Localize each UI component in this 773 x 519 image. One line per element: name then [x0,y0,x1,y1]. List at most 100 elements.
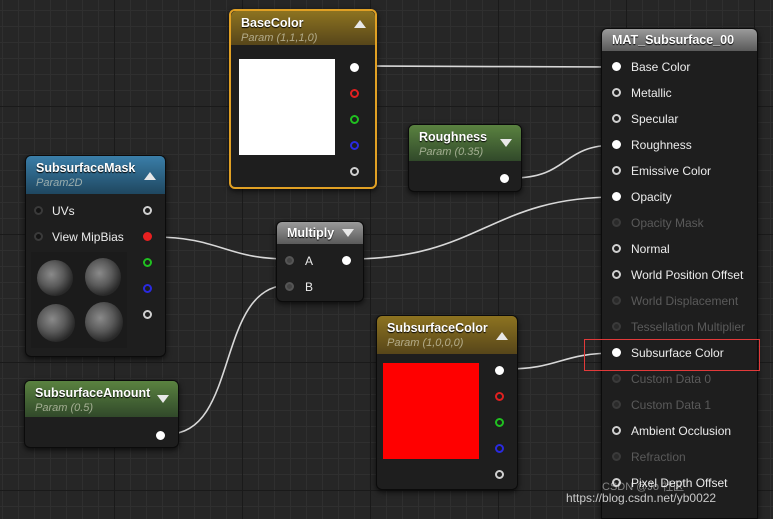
basecolor-node-title: BaseColor [241,16,304,30]
ambient-occlusion-input-label: Ambient Occlusion [631,424,732,438]
base-color-input-pin[interactable] [612,62,621,71]
basecolor-node[interactable]: BaseColor Param (1,1,1,0) [229,9,377,189]
multiply-output-pin[interactable] [342,256,351,265]
output-pin-rgb[interactable] [495,366,504,375]
ambient-occlusion-input-pin[interactable] [612,426,621,435]
emissive-color-input-pin[interactable] [612,166,621,175]
base-color-input-label: Base Color [631,60,691,74]
roughness-node[interactable]: Roughness Param (0.35) [408,124,522,192]
subsurfacemask-node-title: SubsurfaceMask [36,161,136,175]
metallic-input-pin[interactable] [612,88,621,97]
basecolor-swatch [239,59,335,155]
multiply-node-header[interactable]: Multiply [277,222,363,244]
material-result-node-title: MAT_Subsurface_00 [612,33,735,47]
subsurface-color-highlight-box [584,339,760,371]
subsurfacecolor-node-header[interactable]: SubsurfaceColor Param (1,0,0,0) [377,316,517,354]
subsurfaceamount-node-title: SubsurfaceAmount [35,386,151,400]
wire-amount-to-multiply-b [167,284,290,435]
uvs-input-pin[interactable] [34,206,43,215]
world-displacement-input-pin[interactable] [612,296,621,305]
subsurfacemask-texture-preview [31,252,127,348]
subsurfacecolor-node-subtitle: Param (1,0,0,0) [387,337,464,349]
a-input-label: A [305,254,314,268]
refraction-input-label: Refraction [631,450,686,464]
material-result-node-header[interactable]: MAT_Subsurface_00 [602,29,757,51]
specular-input-label: Specular [631,112,679,126]
expand-chevron-down-icon[interactable] [342,229,354,237]
output-pin-rgb[interactable] [143,206,152,215]
collapse-chevron-up-icon[interactable] [144,172,156,180]
custom-data-1-input-pin[interactable] [612,400,621,409]
subsurfacemask-node[interactable]: SubsurfaceMask Param2D UVs View MipBias [25,155,166,357]
subsurfaceamount-node[interactable]: SubsurfaceAmount Param (0.5) [24,380,179,448]
expand-chevron-down-icon[interactable] [157,395,169,403]
normal-input-pin[interactable] [612,244,621,253]
roughness-node-title: Roughness [419,130,488,144]
opacity-mask-input-label: Opacity Mask [631,216,704,230]
roughness-output-pin[interactable] [500,174,509,183]
subsurfaceamount-node-subtitle: Param (0.5) [35,402,94,414]
subsurfacecolor-node[interactable]: SubsurfaceColor Param (1,0,0,0) [376,315,518,490]
output-pin-g[interactable] [350,115,359,124]
opacity-mask-input-pin[interactable] [612,218,621,227]
mask-blob [85,302,123,342]
subsurfaceamount-node-header[interactable]: SubsurfaceAmount Param (0.5) [25,381,178,417]
wire-multiply-to-opacity [349,196,617,260]
roughness-input-pin[interactable] [612,140,621,149]
material-result-node[interactable]: MAT_Subsurface_00 Base Color Metallic Spec… [601,28,758,519]
b-input-pin[interactable] [285,282,294,291]
specular-input-pin[interactable] [612,114,621,123]
view-mipbias-input-label: View MipBias [52,230,124,244]
subsurfaceamount-output-pin[interactable] [156,431,165,440]
output-pin-b[interactable] [143,284,152,293]
mask-blob [85,258,121,296]
collapse-chevron-up-icon[interactable] [354,20,366,28]
tessellation-multiplier-input-pin[interactable] [612,322,621,331]
output-pin-r[interactable] [495,392,504,401]
output-pin-a[interactable] [495,470,504,479]
subsurfacecolor-node-title: SubsurfaceColor [387,321,488,335]
emissive-color-input-label: Emissive Color [631,164,712,178]
multiply-node[interactable]: Multiply A B [276,221,364,302]
expand-chevron-down-icon[interactable] [500,139,512,147]
output-pin-rgb[interactable] [350,63,359,72]
output-pin-r[interactable] [350,89,359,98]
a-input-pin[interactable] [285,256,294,265]
output-pin-a[interactable] [143,310,152,319]
roughness-node-subtitle: Param (0.35) [419,146,484,158]
refraction-input-pin[interactable] [612,452,621,461]
world-position-offset-input-label: World Position Offset [631,268,744,282]
custom-data-0-input-label: Custom Data 0 [631,372,712,386]
mask-blob [37,260,73,296]
view-mipbias-input-pin[interactable] [34,232,43,241]
subsurfacemask-node-subtitle: Param2D [36,177,83,189]
world-position-offset-input-pin[interactable] [612,270,621,279]
opacity-input-pin[interactable] [612,192,621,201]
subsurfacecolor-swatch [383,363,479,459]
wire-mask-to-multiply-a [153,236,290,260]
b-input-label: B [305,280,314,294]
output-pin-b[interactable] [495,444,504,453]
world-displacement-input-label: World Displacement [631,294,739,308]
output-pin-g[interactable] [143,258,152,267]
output-pin-a[interactable] [350,167,359,176]
custom-data-1-input-label: Custom Data 1 [631,398,712,412]
wire-basecolor-to-base-color [359,65,617,68]
output-pin-r[interactable] [143,232,152,241]
mask-blob [37,304,75,342]
watermark-url: https://blog.csdn.net/yb0022 [566,491,717,505]
collapse-chevron-up-icon[interactable] [496,332,508,340]
custom-data-0-input-pin[interactable] [612,374,621,383]
uvs-input-label: UVs [52,204,75,218]
tessellation-multiplier-input-label: Tessellation Multiplier [631,320,746,334]
output-pin-g[interactable] [495,418,504,427]
opacity-input-label: Opacity [631,190,672,204]
output-pin-b[interactable] [350,141,359,150]
roughness-input-label: Roughness [631,138,692,152]
normal-input-label: Normal [631,242,670,256]
basecolor-node-header[interactable]: BaseColor Param (1,1,1,0) [231,11,375,45]
roughness-node-header[interactable]: Roughness Param (0.35) [409,125,521,161]
metallic-input-label: Metallic [631,86,672,100]
subsurfacemask-node-header[interactable]: SubsurfaceMask Param2D [26,156,165,194]
basecolor-node-subtitle: Param (1,1,1,0) [241,32,318,44]
